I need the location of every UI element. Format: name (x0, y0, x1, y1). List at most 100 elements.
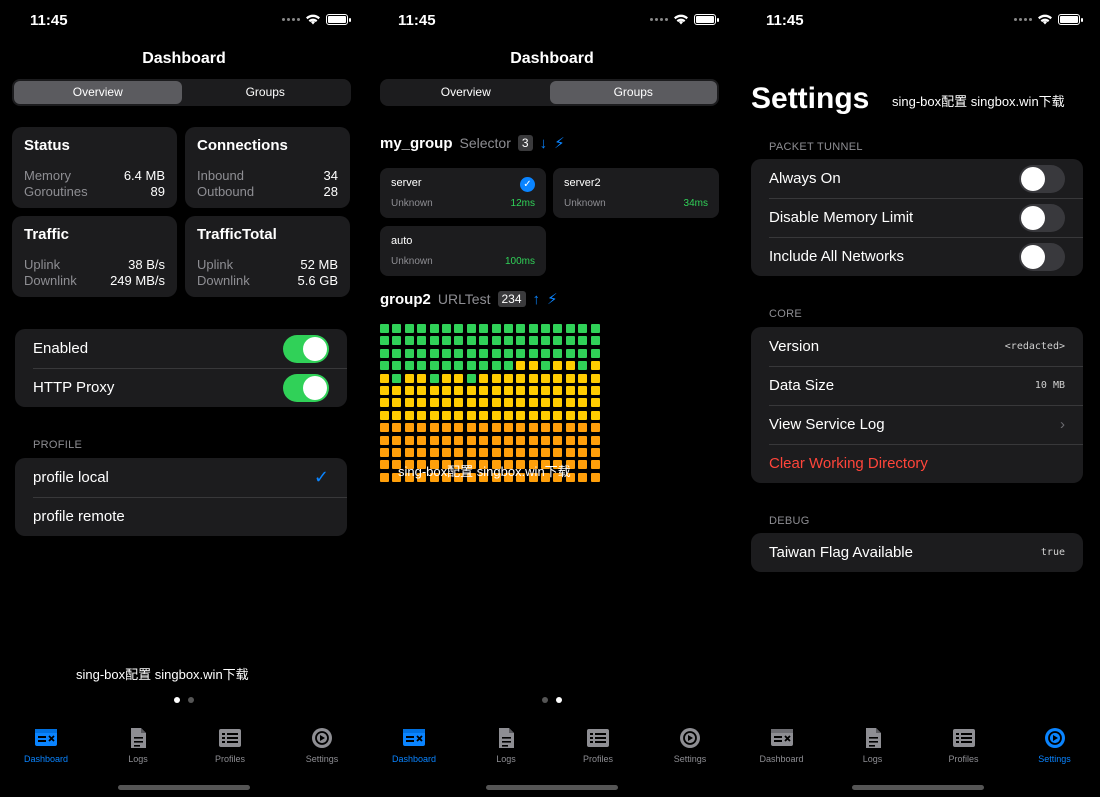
latency-cell (392, 447, 402, 457)
card-row: Uplink 38 B/s (24, 257, 165, 273)
tab-logs[interactable]: Logs (92, 726, 184, 764)
connections-card: Connections Inbound 34 Outbound 28 (185, 127, 350, 208)
tab-label: Settings (1038, 754, 1071, 764)
latency-cell (578, 348, 588, 358)
latency-cell (541, 385, 551, 395)
latency-cell (503, 336, 513, 346)
latency-cell (479, 361, 489, 371)
profiles-icon (219, 729, 241, 747)
latency-cell (503, 423, 513, 433)
latency-cell (578, 447, 588, 457)
version-label: Version (769, 338, 820, 355)
latency-cell (590, 348, 600, 358)
profile-item-local[interactable]: profile local ✓ (15, 458, 347, 497)
node-card-auto[interactable]: auto Unknown 100ms (380, 226, 546, 276)
bolt-icon[interactable]: ⚡ (554, 134, 565, 152)
view-service-log-row[interactable]: View Service Log › (751, 405, 1083, 444)
tab-logs[interactable]: Logs (460, 726, 552, 764)
latency-cell (590, 460, 600, 470)
card-title: Status (24, 137, 70, 154)
latency-cell (417, 385, 427, 395)
profile-item-remote[interactable]: profile remote (15, 497, 347, 536)
segment-groups[interactable]: Groups (549, 81, 717, 104)
latency-cell (553, 423, 563, 433)
profile-section-header: PROFILE (33, 439, 83, 451)
tab-dashboard[interactable]: Dashboard (0, 726, 92, 764)
latency-cell (565, 348, 575, 358)
signal-icon (650, 17, 668, 21)
latency-cell (380, 423, 389, 433)
node-card-server2[interactable]: server2 Unknown 34ms (553, 168, 719, 218)
latency-cell (380, 348, 389, 358)
logs-icon (131, 728, 146, 748)
latency-cell (380, 435, 389, 445)
row-label: Uplink (24, 257, 61, 272)
latency-cell (491, 423, 501, 433)
tab-bar: Dashboard Logs Profiles Settings (0, 726, 368, 764)
latency-cell (516, 385, 526, 395)
tab-dashboard[interactable]: Dashboard (736, 726, 827, 764)
group-type: Selector (459, 135, 511, 151)
always-on-toggle[interactable] (1019, 164, 1065, 193)
arrow-up-icon[interactable]: ↑ (533, 291, 541, 308)
http-proxy-toggle[interactable] (283, 373, 329, 402)
card-title: Traffic (24, 226, 70, 243)
latency-cell (404, 324, 414, 333)
always-on-row: Always On (751, 159, 1083, 198)
latency-cell (528, 423, 538, 433)
taiwan-flag-row: Taiwan Flag Available true (751, 533, 1083, 572)
segment-overview[interactable]: Overview (14, 81, 182, 104)
tab-profiles[interactable]: Profiles (918, 726, 1009, 764)
tab-dashboard[interactable]: Dashboard (368, 726, 460, 764)
latency-cell (528, 361, 538, 371)
latency-cell (479, 348, 489, 358)
latency-cell (392, 361, 402, 371)
latency-cell (392, 373, 402, 383)
latency-cell (578, 398, 588, 408)
enabled-label: Enabled (33, 340, 89, 357)
latency-cell (392, 336, 402, 346)
segment-groups[interactable]: Groups (182, 81, 350, 104)
taiwan-flag-value: true (1040, 547, 1065, 558)
node-info: Unknown 12ms (391, 198, 535, 209)
version-value: <redacted> (1004, 341, 1065, 352)
latency-cell (479, 324, 489, 333)
latency-cell (541, 324, 551, 333)
latency-cell (417, 361, 427, 371)
tab-settings[interactable]: Settings (276, 726, 368, 764)
tab-label: Settings (673, 754, 707, 764)
latency-cell (578, 410, 588, 420)
tab-profiles[interactable]: Profiles (184, 726, 276, 764)
clear-working-directory-button[interactable]: Clear Working Directory (751, 444, 1083, 483)
latency-cell (528, 435, 538, 445)
latency-cell (491, 447, 501, 457)
signal-icon (1014, 17, 1032, 21)
debug-list: Taiwan Flag Available true (751, 533, 1083, 572)
latency-cell (516, 423, 526, 433)
disable-memory-limit-toggle[interactable] (1019, 203, 1065, 232)
latency-cell (380, 385, 389, 395)
latency-cell (454, 373, 464, 383)
page-indicator[interactable] (0, 697, 368, 703)
clear-working-directory-label: Clear Working Directory (769, 455, 928, 472)
enabled-toggle[interactable] (283, 334, 329, 363)
latency-cell (454, 348, 464, 358)
latency-cell (417, 435, 427, 445)
page-indicator[interactable] (368, 697, 736, 703)
bolt-icon[interactable]: ⚡ (547, 290, 558, 308)
arrow-down-icon[interactable]: ↓ (540, 135, 548, 152)
latency-cell (466, 348, 476, 358)
segmented-control: Overview Groups (12, 79, 351, 106)
latency-cell (516, 435, 526, 445)
dashboard-icon (770, 729, 793, 746)
include-all-networks-toggle[interactable] (1019, 242, 1065, 271)
tab-profiles[interactable]: Profiles (552, 726, 644, 764)
segment-overview[interactable]: Overview (382, 81, 550, 104)
tab-label: Profiles (582, 754, 613, 764)
latency-cell (429, 398, 439, 408)
tab-logs[interactable]: Logs (827, 726, 918, 764)
tab-settings[interactable]: Settings (1009, 726, 1100, 764)
node-card-server[interactable]: server ✓ Unknown 12ms (380, 168, 546, 218)
tab-settings[interactable]: Settings (644, 726, 736, 764)
chevron-right-icon: › (1060, 416, 1065, 433)
